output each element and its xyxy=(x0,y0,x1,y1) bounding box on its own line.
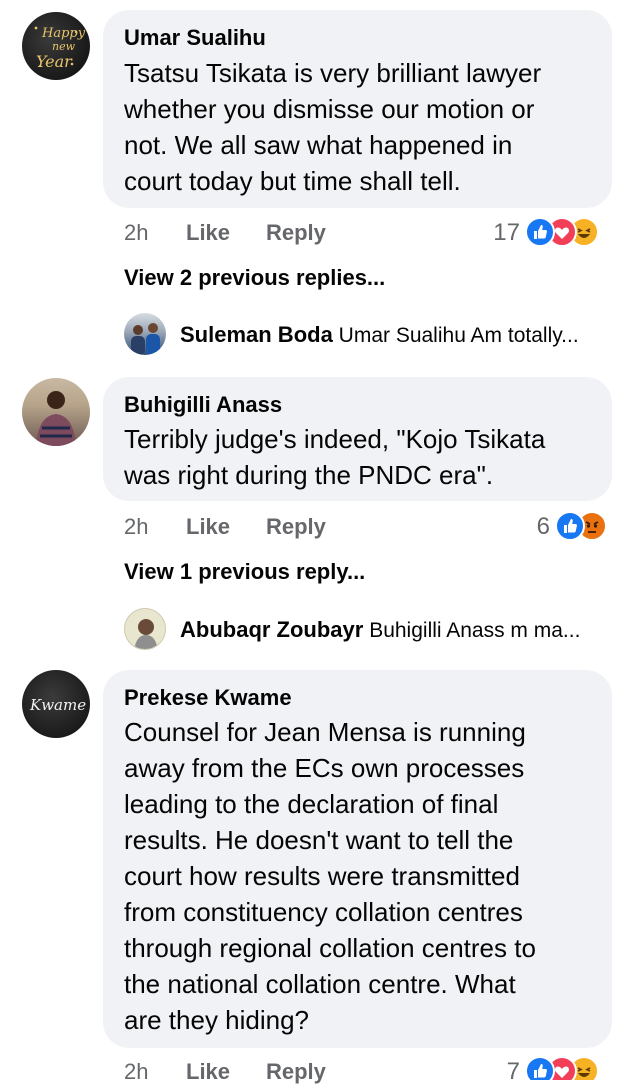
comment-line: Terribly judge's indeed, "Kojo Tsikata xyxy=(124,424,546,454)
like-icon xyxy=(555,511,585,541)
avatar-text-happy: Happy xyxy=(41,26,86,41)
avatar-person-art xyxy=(134,619,158,649)
avatar-people-art xyxy=(131,323,160,355)
reply-author[interactable]: Abubaqr Zoubayr xyxy=(180,617,363,642)
latest-reply[interactable]: Abubaqr Zoubayr Buhigilli Anass m ma... xyxy=(180,617,580,643)
comment-timestamp[interactable]: 2h xyxy=(124,220,148,246)
avatar-person-art xyxy=(36,391,76,446)
avatar-abubaqr-zoubayr[interactable] xyxy=(124,608,166,650)
view-previous-replies[interactable]: View 2 previous replies... xyxy=(124,265,385,291)
like-icon xyxy=(525,1056,555,1080)
comment-author[interactable]: Prekese Kwame xyxy=(124,685,292,711)
comment-line: away from the ECs own processes xyxy=(124,753,525,783)
comment-line: are they hiding? xyxy=(124,1005,310,1035)
latest-reply[interactable]: Suleman Boda Umar Sualihu Am totally... xyxy=(180,322,579,348)
avatar-text-kwame: Kwame xyxy=(29,696,86,714)
avatar-umar-sualihu[interactable]: Happy new Year xyxy=(22,12,90,80)
like-button[interactable]: Like xyxy=(186,514,230,540)
reply-author[interactable]: Suleman Boda xyxy=(180,322,333,347)
like-button[interactable]: Like xyxy=(186,1059,230,1085)
comment-line: court today but time shall tell. xyxy=(124,166,461,196)
reaction-icons[interactable] xyxy=(525,1056,615,1080)
reaction-count[interactable]: 7 xyxy=(470,1058,520,1086)
comment-text: Tsatsu Tsikata is very brilliant lawyer … xyxy=(124,55,541,199)
comment-author[interactable]: Buhigilli Anass xyxy=(124,392,282,418)
reaction-count[interactable]: 6 xyxy=(500,513,550,541)
comment-line: through regional collation centres to xyxy=(124,933,536,963)
like-button[interactable]: Like xyxy=(186,220,230,246)
comment-line: Tsatsu Tsikata is very brilliant lawyer xyxy=(124,58,542,88)
reaction-icons[interactable] xyxy=(555,511,615,543)
comment-timestamp[interactable]: 2h xyxy=(124,514,148,540)
view-previous-replies[interactable]: View 1 previous reply... xyxy=(124,559,365,585)
avatar-buhigilli-anass[interactable] xyxy=(22,378,90,446)
comment-line: not. We all saw what happened in xyxy=(124,130,513,160)
kwame-avatar-art: Kwame xyxy=(29,696,86,714)
comment-text: Counsel for Jean Mensa is running away f… xyxy=(124,714,536,1038)
comment-timestamp[interactable]: 2h xyxy=(124,1059,148,1085)
avatar-text-year: Year xyxy=(36,52,73,71)
comment-line: Counsel for Jean Mensa is running xyxy=(124,717,526,747)
comment-line: was right during the PNDC era". xyxy=(124,460,494,490)
reply-button[interactable]: Reply xyxy=(266,514,326,540)
reply-preview-text: Buhigilli Anass m ma... xyxy=(369,619,581,642)
comment-text: Terribly judge's indeed, "Kojo Tsikata w… xyxy=(124,421,545,493)
comment-line: court how results were transmitted xyxy=(124,861,520,891)
reply-button[interactable]: Reply xyxy=(266,220,326,246)
reaction-icons[interactable] xyxy=(525,217,615,249)
reply-button[interactable]: Reply xyxy=(266,1059,326,1085)
avatar-suleman-boda[interactable] xyxy=(124,313,166,355)
comment-line: results. He doesn't want to tell the xyxy=(124,825,514,855)
reply-preview-text: Umar Sualihu Am totally... xyxy=(338,324,579,347)
comment-line: from constituency collation centres xyxy=(124,897,523,927)
reaction-count[interactable]: 17 xyxy=(470,219,520,247)
comment-line: whether you dismisse our motion or xyxy=(124,94,535,124)
comment-line: leading to the declaration of final xyxy=(124,789,499,819)
comment-author[interactable]: Umar Sualihu xyxy=(124,25,266,51)
comment-line: the national collation centre. What xyxy=(124,969,516,999)
avatar-prekese-kwame[interactable]: Kwame xyxy=(22,670,90,738)
like-icon xyxy=(525,217,555,247)
happy-new-year-avatar-art: Happy new Year xyxy=(34,26,86,71)
